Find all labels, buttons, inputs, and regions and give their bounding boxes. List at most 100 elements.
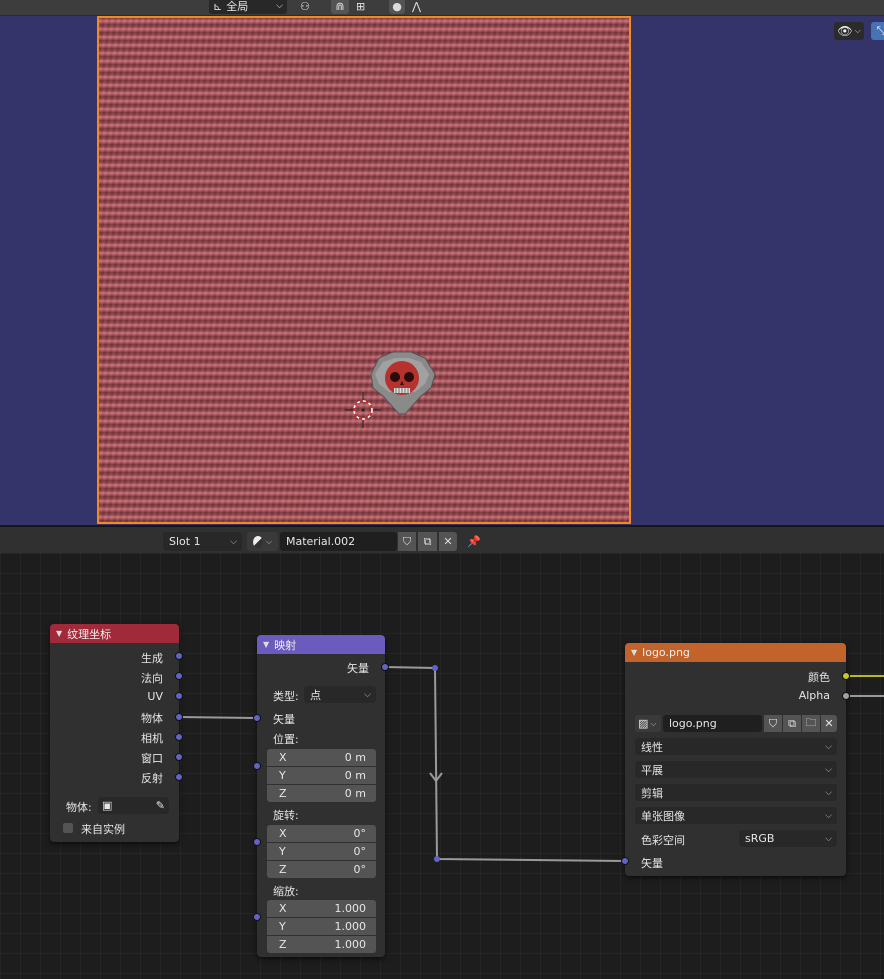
textured-plane-object[interactable]	[97, 16, 631, 524]
rotation-y-field[interactable]: Y 0°	[267, 843, 376, 860]
snap-increment-icon: ⊞	[356, 0, 366, 13]
interpolation-dropdown[interactable]: 线性 ⌵	[635, 738, 837, 755]
socket-generated[interactable]	[175, 652, 183, 660]
socket-vector-out[interactable]	[381, 663, 389, 671]
3d-viewport[interactable]: 👁 ⌵ ⤡	[0, 16, 884, 525]
proportional-falloff-dropdown[interactable]: ⋀	[408, 0, 438, 14]
socket-scale-in[interactable]	[253, 913, 261, 921]
chevron-down-icon: ⌵	[825, 764, 832, 775]
chevron-down-icon: ⌵	[825, 787, 832, 798]
material-slot-dropdown[interactable]: Slot 1 ⌵	[163, 532, 242, 551]
magnet-icon[interactable]: ⋒	[331, 0, 349, 14]
scale-y-field[interactable]: Y 1.000	[267, 918, 376, 935]
axis-label: Y	[279, 920, 286, 933]
projection-dropdown[interactable]: 平展 ⌵	[635, 761, 837, 778]
node-editor-header: Slot 1 ⌵ ⌵ Material.002 ⛉ ⧉ ✕ 📌	[0, 525, 884, 553]
output-reflection: 反射	[141, 772, 163, 785]
eyedropper-icon[interactable]: ✎	[156, 799, 165, 812]
collapse-triangle-icon[interactable]: ▼	[263, 640, 269, 649]
transform-orientation-dropdown[interactable]: ⊾ 全局 ⌵	[209, 0, 287, 14]
mapping-node-header[interactable]: ▼ 映射	[257, 635, 385, 654]
node-title: logo.png	[642, 646, 690, 659]
axis-label: X	[279, 751, 287, 764]
output-color: 颜色	[808, 671, 830, 684]
fake-user-shield-icon[interactable]: ⛉	[398, 532, 416, 551]
slot-label: Slot 1	[169, 535, 201, 548]
axis-label: Y	[279, 845, 286, 858]
rotation-y-value: 0°	[353, 845, 367, 858]
rotation-z-field[interactable]: Z 0°	[267, 861, 376, 878]
vector-input-label: 矢量	[273, 713, 295, 726]
collapse-triangle-icon[interactable]: ▼	[631, 648, 637, 657]
object-cube-icon: ▣	[102, 799, 113, 812]
image-texture-node[interactable]: ▼ logo.png 颜色 Alpha ▨ ⌵ logo.png ⛉ ⧉ 🗀 ✕…	[621, 643, 850, 876]
material-name-field[interactable]: Material.002	[280, 532, 397, 551]
output-uv: UV	[147, 690, 163, 703]
interpolation-value: 线性	[641, 740, 663, 754]
node-title: 纹理坐标	[67, 627, 112, 641]
socket-rotation-in[interactable]	[253, 838, 261, 846]
location-z-field[interactable]: Z 0 m	[267, 785, 376, 802]
browse-image-button[interactable]: ▨ ⌵	[635, 715, 661, 732]
from-instancer-checkbox[interactable]	[63, 823, 73, 833]
axis-label: Y	[279, 769, 286, 782]
socket-vector-in[interactable]	[621, 857, 629, 865]
rotation-x-field[interactable]: X 0°	[267, 825, 376, 842]
orientation-icon: ⊾	[213, 0, 223, 13]
pivot-point-dropdown[interactable]: ⚇	[296, 0, 324, 14]
image-source-value: 单张图像	[641, 809, 685, 823]
image-source-dropdown[interactable]: 单张图像 ⌵	[635, 807, 837, 824]
color-space-dropdown[interactable]: sRGB ⌵	[739, 830, 837, 847]
chevron-down-icon: ⌵	[230, 536, 237, 547]
proportional-edit-icon[interactable]: ●	[389, 0, 405, 14]
open-folder-icon[interactable]: 🗀	[802, 715, 820, 732]
location-y-field[interactable]: Y 0 m	[267, 767, 376, 784]
socket-camera[interactable]	[175, 733, 183, 741]
axis-label: X	[279, 827, 287, 840]
duplicate-image-icon[interactable]: ⧉	[783, 715, 801, 732]
extension-dropdown[interactable]: 剪辑 ⌵	[635, 784, 837, 801]
fake-user-shield-icon[interactable]: ⛉	[764, 715, 782, 732]
location-x-field[interactable]: X 0 m	[267, 749, 376, 766]
socket-object[interactable]	[175, 713, 183, 721]
socket-alpha-out[interactable]	[842, 692, 850, 700]
socket-vector-in[interactable]	[253, 714, 261, 722]
image-texture-node-header[interactable]: ▼ logo.png	[625, 643, 846, 662]
image-name-field[interactable]: logo.png	[663, 715, 762, 732]
extension-value: 剪辑	[641, 786, 663, 800]
rotation-label: 旋转:	[273, 809, 299, 822]
socket-uv[interactable]	[175, 692, 183, 700]
unlink-material-icon[interactable]: ✕	[439, 532, 457, 551]
socket-color-out[interactable]	[842, 672, 850, 680]
texture-coordinate-node[interactable]: ▼ 纹理坐标 生成 法向 UV 物体 相机 窗口 反射 物体: ▣ ✎ 来自实例	[50, 624, 183, 842]
color-space-value: sRGB	[745, 832, 775, 845]
pin-icon[interactable]: 📌	[465, 532, 483, 551]
collapse-triangle-icon[interactable]: ▼	[56, 629, 62, 638]
scale-label: 缩放:	[273, 885, 299, 898]
browse-material-button[interactable]: ⌵	[247, 532, 278, 551]
gizmo-icon[interactable]: ⤡	[871, 22, 884, 40]
scale-x-field[interactable]: X 1.000	[267, 900, 376, 917]
object-picker-field[interactable]: ▣ ✎	[98, 797, 169, 814]
socket-location-in[interactable]	[253, 762, 261, 770]
location-y-value: 0 m	[344, 769, 366, 782]
chevron-down-icon: ⌵	[364, 689, 371, 700]
duplicate-material-icon[interactable]: ⧉	[418, 532, 437, 551]
socket-normal[interactable]	[175, 672, 183, 680]
3d-cursor-icon[interactable]	[345, 392, 381, 428]
scale-z-field[interactable]: Z 1.000	[267, 936, 376, 953]
mapping-type-dropdown[interactable]: 点 ⌵	[304, 686, 376, 703]
object-field-label: 物体:	[66, 801, 92, 814]
mapping-node[interactable]: ▼ 映射 矢量 类型: 点 ⌵ 矢量 位置: X 0 m Y 0 m Z 0 m…	[253, 635, 389, 957]
texture-coordinate-node-header[interactable]: ▼ 纹理坐标	[50, 624, 179, 643]
rotation-x-value: 0°	[353, 827, 367, 840]
socket-window[interactable]	[175, 753, 183, 761]
axis-label: Z	[279, 938, 287, 951]
output-alpha: Alpha	[798, 689, 830, 702]
unlink-image-icon[interactable]: ✕	[821, 715, 837, 732]
material-name: Material.002	[286, 535, 356, 548]
snap-target-dropdown[interactable]: ⊞	[352, 0, 382, 14]
visibility-dropdown[interactable]: 👁 ⌵	[834, 22, 864, 40]
vector-input-label: 矢量	[641, 857, 663, 870]
socket-reflection[interactable]	[175, 773, 183, 781]
